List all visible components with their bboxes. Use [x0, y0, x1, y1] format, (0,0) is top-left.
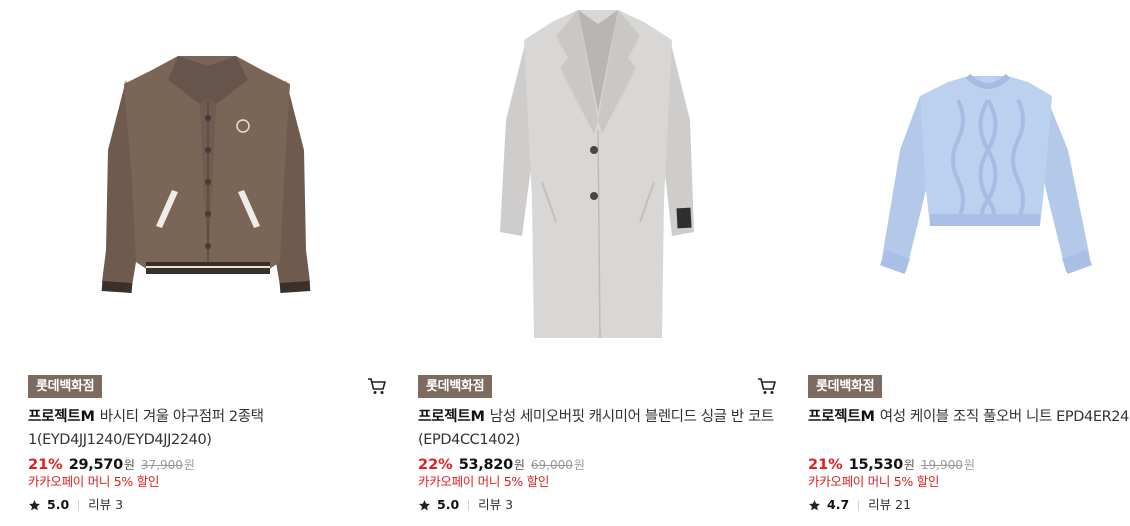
price-row: 22% 53,820원 69,000원 [418, 455, 585, 475]
product-grid: 롯데백화점 프로젝트M 바시티 겨울 야구점퍼 2종택 1(EYD4JJ1240/… [0, 0, 1130, 526]
original-currency-label: 원 [963, 458, 975, 472]
product-name: 여성 케이블 조직 풀오버 니트 EPD4ER2477 [879, 409, 1130, 425]
rating-score: 4.7 [827, 497, 850, 512]
payment-promo: 카카오페이 머니 5% 할인 [808, 474, 940, 489]
original-price: 37,900 [140, 458, 183, 472]
cable-knit-sweater-image [880, 73, 1092, 274]
price-row: 21% 15,530원 19,900원 [808, 455, 975, 475]
original-currency-label: 원 [183, 458, 195, 472]
store-badge: 롯데백화점 [808, 375, 883, 398]
divider [858, 499, 860, 511]
cart-icon[interactable] [366, 376, 388, 396]
star-icon [419, 500, 430, 511]
product-image-link[interactable] [28, 0, 388, 360]
product-card: 롯데백화점 프로젝트M 여성 케이블 조직 풀오버 니트 EPD4ER2477 2… [808, 0, 1130, 526]
brand-name: 프로젝트M [808, 409, 875, 425]
long-coat-image [500, 10, 694, 339]
review-count[interactable]: 리뷰 3 [88, 495, 123, 515]
divider [78, 499, 80, 511]
brand-name: 프로젝트M [418, 409, 485, 425]
review-count[interactable]: 리뷰 21 [868, 495, 911, 515]
original-price: 69,000 [530, 458, 573, 472]
rating-row: 5.0 리뷰 3 [418, 495, 513, 515]
discount-rate: 22% [418, 457, 453, 473]
sale-price: 53,820 [458, 457, 513, 473]
product-title[interactable]: 프로젝트M 남성 세미오버핏 캐시미어 블렌디드 싱글 반 코트(EPD4CC14… [418, 406, 780, 452]
product-card: 롯데백화점 프로젝트M 바시티 겨울 야구점퍼 2종택 1(EYD4JJ1240/… [28, 0, 388, 526]
original-price: 19,900 [920, 458, 963, 472]
brand-name: 프로젝트M [28, 409, 95, 425]
original-currency-label: 원 [573, 458, 585, 472]
rating-row: 5.0 리뷰 3 [28, 495, 123, 515]
sale-price: 29,570 [68, 457, 123, 473]
cart-icon[interactable] [756, 376, 778, 396]
star-icon [29, 500, 40, 511]
varsity-jacket-image [101, 56, 311, 294]
product-card: 롯데백화점 프로젝트M 남성 세미오버핏 캐시미어 블렌디드 싱글 반 코트(EP… [418, 0, 778, 526]
store-badge: 롯데백화점 [418, 375, 493, 398]
currency-label: 원 [903, 458, 915, 472]
currency-label: 원 [123, 458, 135, 472]
rating-score: 5.0 [437, 497, 460, 512]
product-title[interactable]: 프로젝트M 여성 케이블 조직 풀오버 니트 EPD4ER2477 [808, 406, 1130, 429]
product-image-link[interactable] [418, 0, 778, 360]
review-count[interactable]: 리뷰 3 [478, 495, 513, 515]
discount-rate: 21% [28, 457, 63, 473]
product-image-link[interactable] [808, 0, 1130, 360]
star-icon [809, 500, 820, 511]
store-badge: 롯데백화점 [28, 375, 103, 398]
payment-promo: 카카오페이 머니 5% 할인 [28, 474, 160, 489]
price-row: 21% 29,570원 37,900원 [28, 455, 195, 475]
product-title[interactable]: 프로젝트M 바시티 겨울 야구점퍼 2종택 1(EYD4JJ1240/EYD4JJ… [28, 406, 390, 452]
payment-promo: 카카오페이 머니 5% 할인 [418, 474, 550, 489]
sale-price: 15,530 [848, 457, 903, 473]
currency-label: 원 [513, 458, 525, 472]
rating-row: 4.7 리뷰 21 [808, 495, 911, 515]
rating-score: 5.0 [47, 497, 70, 512]
divider [468, 499, 470, 511]
discount-rate: 21% [808, 457, 843, 473]
